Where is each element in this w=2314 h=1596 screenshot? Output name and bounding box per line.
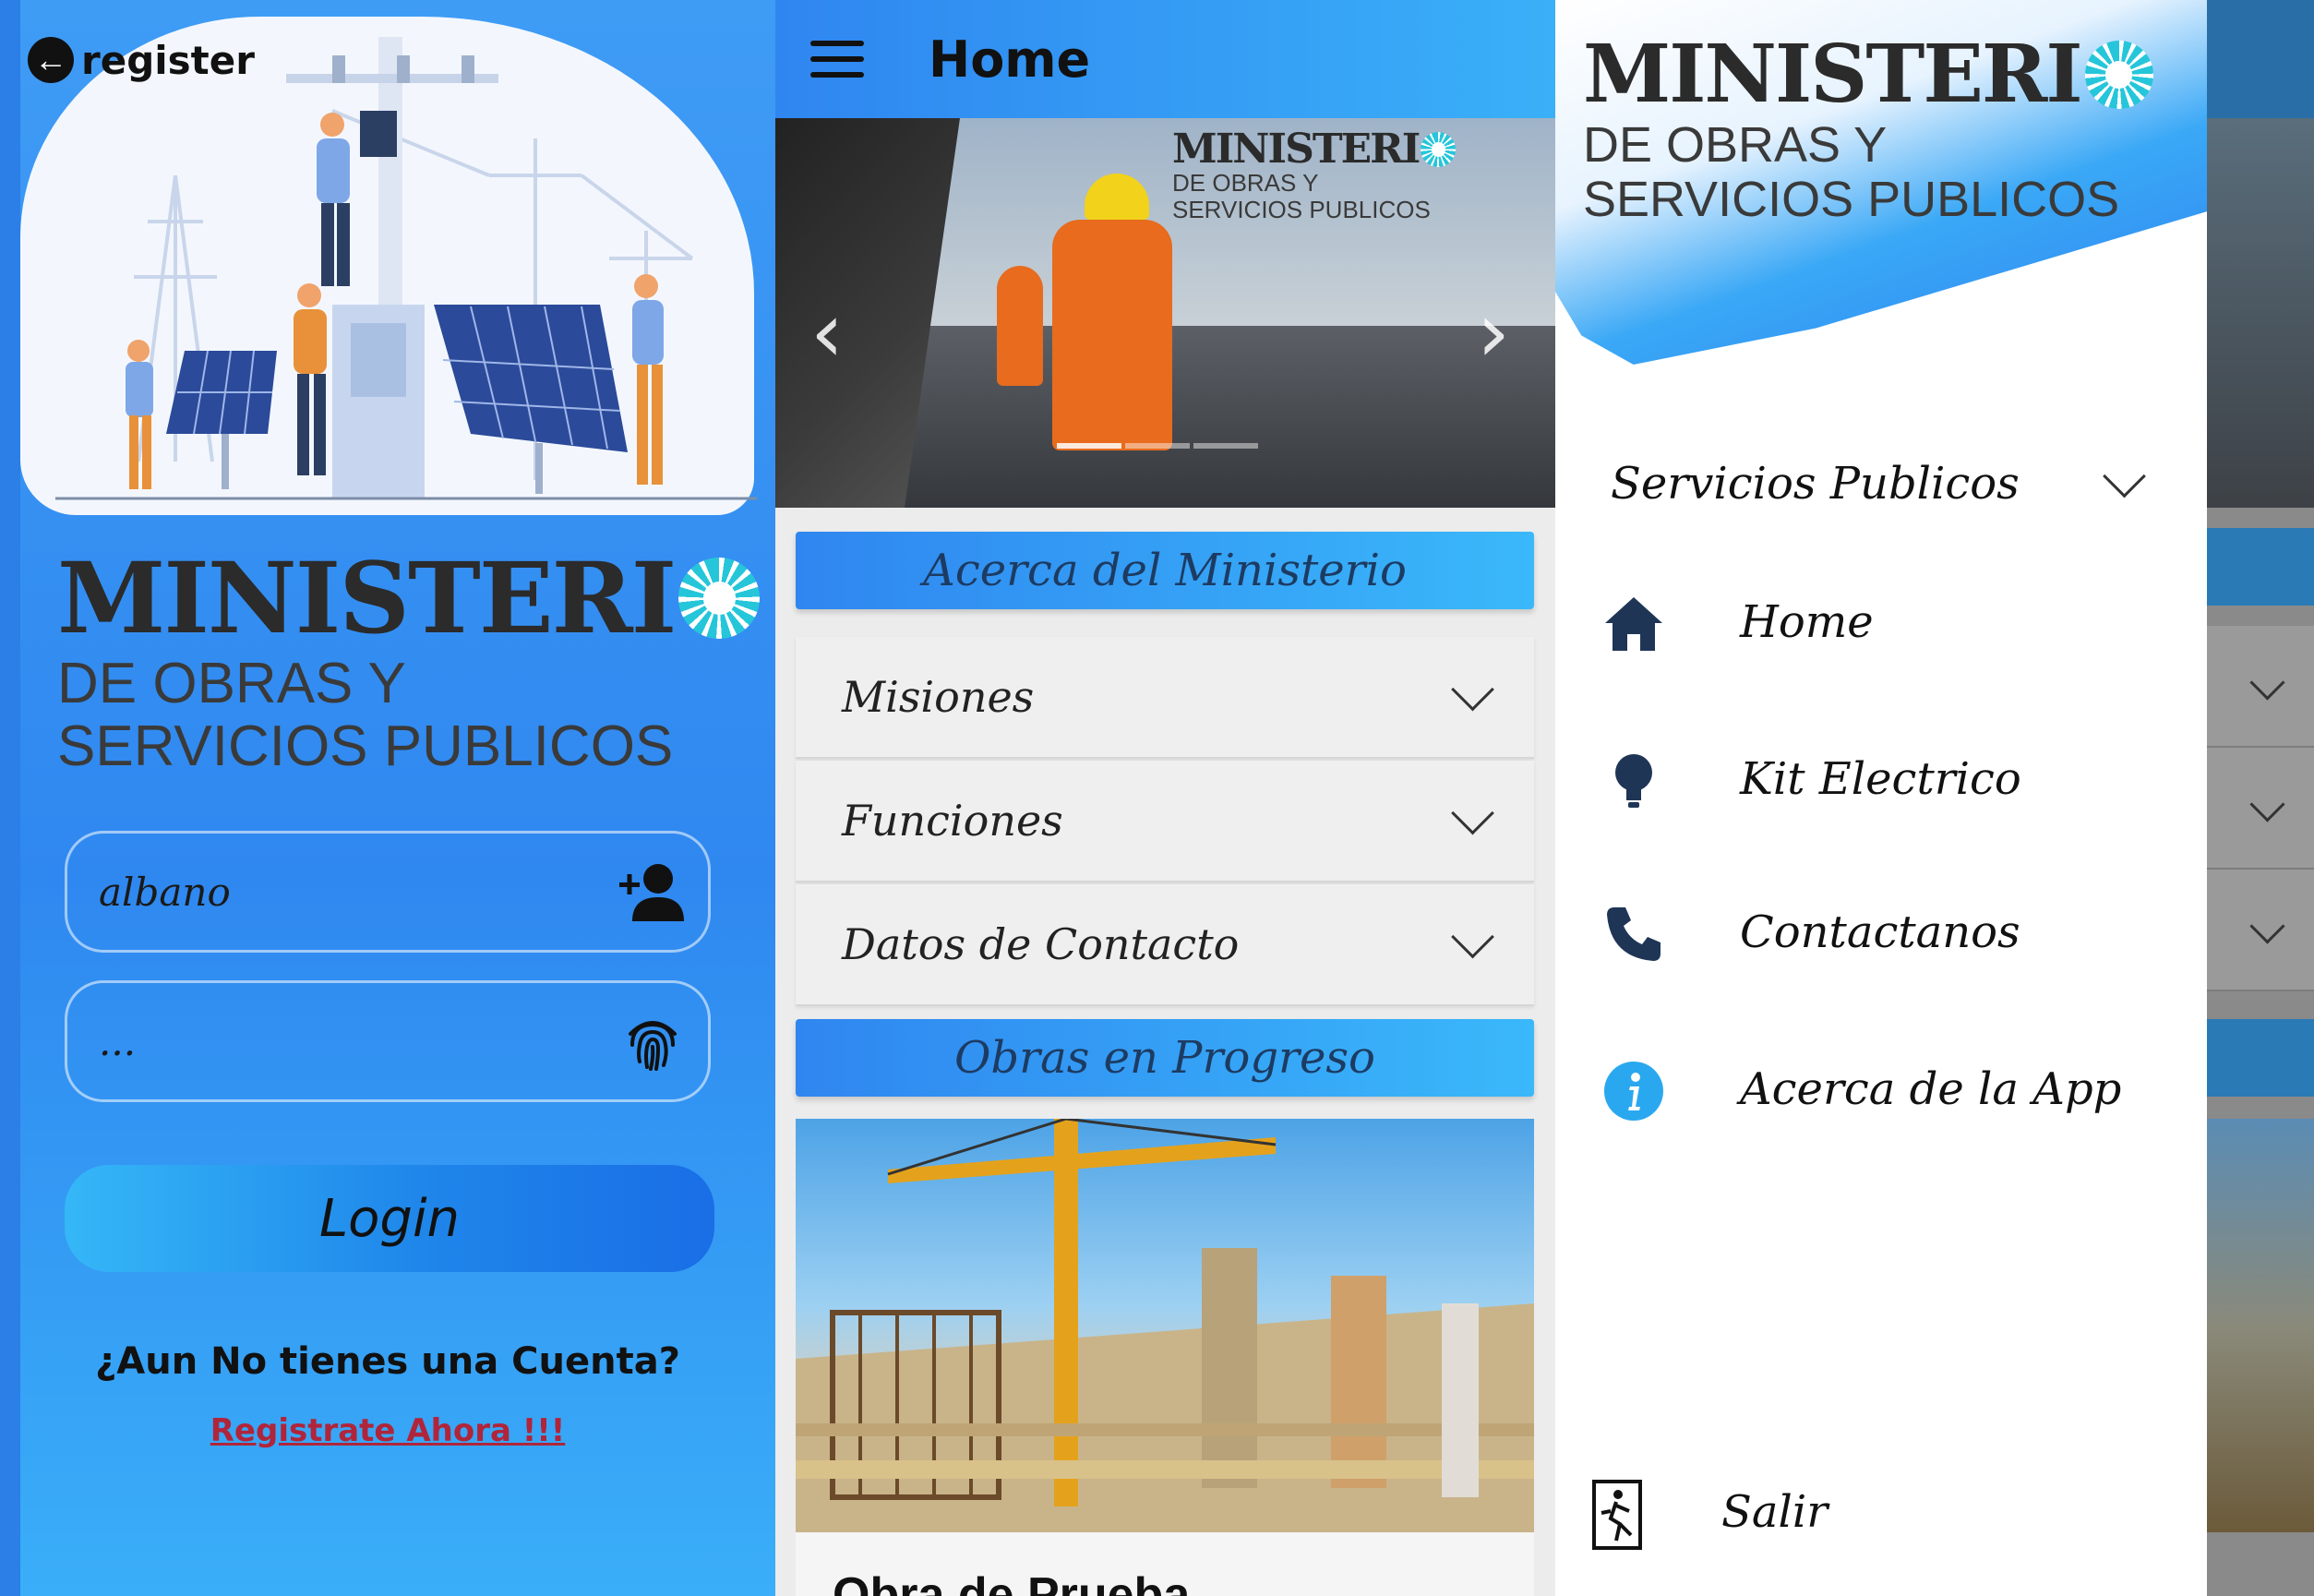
- carousel-dot[interactable]: [1057, 443, 1121, 449]
- hero-logo: MINISTERI DE OBRAS Y SERVICIOS PUBLICOS: [1172, 126, 1457, 223]
- carousel-indicators: [1057, 443, 1258, 449]
- hero-logo-emblem-icon: [1421, 132, 1457, 167]
- drawer-logo-line-2: SERVICIOS PUBLICOS: [1583, 172, 2120, 228]
- drawer-logo-emblem-icon: [2084, 41, 2153, 109]
- hero-logo-line-2: SERVICIOS PUBLICOS: [1172, 195, 1431, 223]
- fingerprint-icon[interactable]: [616, 1004, 689, 1078]
- worker-figure-back: [997, 266, 1043, 386]
- logo-main-text: MINISTERI: [57, 540, 677, 655]
- hero-logo-line-1: DE OBRAS Y: [1172, 169, 1319, 197]
- drawer-logout-label: Salir: [1721, 1486, 1828, 1538]
- drawer-item-label: Kit Electrico: [1740, 753, 2021, 805]
- page-title: Home: [929, 30, 1091, 89]
- accordion-misiones[interactable]: Misiones: [796, 637, 1534, 759]
- accordion-label: Funciones: [842, 796, 1063, 846]
- worker-figure: [1052, 220, 1172, 450]
- phone-icon: [1601, 902, 1666, 966]
- home-icon: [1601, 592, 1666, 656]
- app-bar: Home: [775, 0, 1555, 118]
- drawer-item-label: Acerca de la App: [1740, 1063, 2122, 1115]
- hamburger-menu-icon[interactable]: [810, 41, 864, 78]
- carousel-dot[interactable]: [1193, 443, 1258, 449]
- accordion-label: Misiones: [842, 672, 1035, 722]
- drawer-header: MINISTERI DE OBRAS Y SERVICIOS PUBLICOS: [1555, 0, 2207, 369]
- work-card-title: Obra de Prueba: [833, 1568, 1191, 1596]
- construction-crane-image: [796, 1119, 1534, 1532]
- password-value: ...: [99, 1018, 137, 1064]
- drawer-item-label: Home: [1740, 596, 1874, 648]
- password-field[interactable]: ...: [65, 980, 711, 1102]
- exit-icon: [1589, 1480, 1653, 1550]
- work-card-image[interactable]: [796, 1119, 1534, 1532]
- chevron-down-icon: [1451, 791, 1494, 834]
- hero-logo-main-text: MINISTERI: [1172, 126, 1421, 173]
- login-screen: ← register MINISTERI DE OBRAS Y SERVICIO…: [0, 0, 775, 1596]
- electric-workers-illustration: [55, 37, 757, 500]
- accordion-label: Datos de Contacto: [842, 919, 1240, 969]
- navigation-drawer: MINISTERI DE OBRAS Y SERVICIOS PUBLICOS …: [1555, 0, 2207, 1596]
- chevron-down-icon: [2103, 454, 2146, 498]
- drawer-item-salir[interactable]: Salir: [1555, 1473, 2207, 1556]
- login-button[interactable]: Login: [65, 1165, 714, 1272]
- work-card-title-area[interactable]: Obra de Prueba: [796, 1532, 1534, 1596]
- no-account-question: ¿Aun No tienes una Cuenta?: [95, 1340, 680, 1383]
- add-user-icon: [616, 855, 689, 929]
- register-now-link[interactable]: Registrate Ahora !!!: [0, 1412, 775, 1449]
- back-register-button[interactable]: ← register: [28, 37, 255, 83]
- chevron-down-icon: [1451, 915, 1494, 958]
- drawer-item-contactanos[interactable]: Contactanos: [1555, 897, 2207, 971]
- drawer-logo-line-1: DE OBRAS Y: [1583, 117, 1888, 173]
- accordion-funciones[interactable]: Funciones: [796, 761, 1534, 882]
- info-icon: [1601, 1059, 1666, 1123]
- drawer-logo: MINISTERI DE OBRAS Y SERVICIOS PUBLICOS: [1583, 35, 2153, 228]
- carousel-dot[interactable]: [1125, 443, 1190, 449]
- logo-line-2: SERVICIOS PUBLICOS: [57, 714, 674, 779]
- arrow-left-icon: ←: [28, 37, 74, 83]
- username-value: albano: [99, 869, 231, 915]
- home-screen: Home MINISTERI DE OBRAS Y SERVICIOS PUBL…: [775, 0, 1555, 1596]
- chevron-down-icon: [1451, 667, 1494, 711]
- ministry-logo: MINISTERI DE OBRAS Y SERVICIOS PUBLICOS: [57, 540, 761, 779]
- logo-line-1: DE OBRAS Y: [57, 652, 406, 715]
- lightbulb-icon: [1601, 749, 1666, 813]
- carousel-prev-icon[interactable]: ‹: [810, 284, 844, 381]
- username-field[interactable]: albano: [65, 831, 711, 953]
- hero-carousel[interactable]: MINISTERI DE OBRAS Y SERVICIOS PUBLICOS …: [775, 118, 1555, 508]
- drawer-item-acerca-app[interactable]: Acerca de la App: [1555, 1054, 2207, 1128]
- drawer-item-kit-electrico[interactable]: Kit Electrico: [1555, 744, 2207, 818]
- drawer-group-label: Servicios Publicos: [1611, 458, 2020, 510]
- section-header-about: Acerca del Ministerio: [796, 532, 1534, 609]
- drawer-logo-main-text: MINISTERI: [1583, 28, 2083, 121]
- drawer-item-home[interactable]: Home: [1555, 587, 2207, 661]
- drawer-group-servicios[interactable]: Servicios Publicos: [1555, 449, 2207, 522]
- logo-o-emblem-icon: [678, 558, 761, 639]
- drawer-scrim[interactable]: [2207, 0, 2314, 1596]
- section-header-works: Obras en Progreso: [796, 1019, 1534, 1097]
- drawer-item-label: Contactanos: [1740, 906, 2020, 958]
- accordion-datos-contacto[interactable]: Datos de Contacto: [796, 884, 1534, 1006]
- back-register-label: register: [81, 37, 255, 83]
- carousel-next-icon[interactable]: ›: [1477, 284, 1510, 381]
